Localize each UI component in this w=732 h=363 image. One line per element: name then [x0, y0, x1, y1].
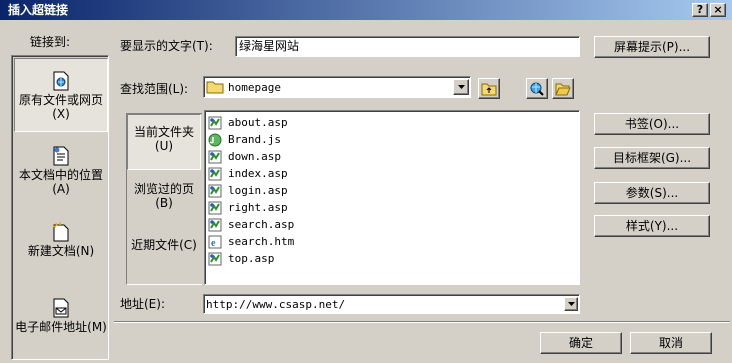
up-folder-button[interactable]	[478, 78, 500, 99]
look-in-select[interactable]: homepage	[203, 76, 471, 98]
subnav-current-folder[interactable]: 当前文件夹(U)	[127, 114, 201, 170]
file-name: login.asp	[228, 184, 288, 197]
document-place-icon	[53, 146, 69, 166]
nav-place-in-document[interactable]: 本文档中的位置(A)	[14, 134, 108, 208]
asp-file-icon	[208, 150, 228, 164]
email-address-icon	[53, 298, 69, 318]
cancel-button[interactable]: 取消	[630, 332, 712, 354]
display-text-value: 绿海星网站	[239, 39, 300, 53]
subnav-browsed-pages[interactable]: 浏览过的页(B)	[127, 172, 201, 228]
browse-file-button[interactable]	[552, 78, 574, 99]
display-text-input[interactable]: 绿海星网站	[235, 36, 580, 57]
file-row[interactable]: search.asp	[208, 216, 579, 233]
web-page-icon	[53, 71, 69, 91]
browse-web-button[interactable]	[526, 78, 548, 99]
address-input[interactable]: http://www.csasp.net/	[203, 294, 580, 314]
address-label: 地址(E):	[120, 297, 165, 311]
style-button[interactable]: 样式(Y)...	[594, 215, 710, 237]
browse-web-icon	[530, 82, 544, 96]
file-row[interactable]: top.asp	[208, 250, 579, 267]
screen-tip-button[interactable]: 屏幕提示(P)...	[594, 36, 710, 58]
folder-icon	[206, 81, 224, 94]
file-row[interactable]: about.asp	[208, 114, 579, 131]
nav-email-address[interactable]: 电子邮件地址(M)	[14, 286, 108, 360]
html-file-icon: e	[208, 235, 228, 249]
asp-file-icon	[208, 167, 228, 181]
file-list[interactable]: about.asp Brand.js down.asp index.asp login.…	[204, 110, 580, 285]
file-row[interactable]: e search.htm	[208, 233, 579, 250]
file-row[interactable]: Brand.js	[208, 131, 579, 148]
parameters-button[interactable]: 参数(S)...	[594, 182, 710, 204]
divider	[114, 321, 730, 323]
close-button[interactable]: ×	[710, 3, 726, 17]
open-folder-icon	[555, 83, 571, 95]
file-row[interactable]: index.asp	[208, 165, 579, 182]
file-name: right.asp	[228, 201, 288, 214]
chevron-down-icon[interactable]	[564, 297, 578, 311]
ok-button[interactable]: 确定	[540, 332, 622, 354]
asp-file-icon	[208, 184, 228, 198]
look-in-value: homepage	[228, 80, 281, 94]
file-name: top.asp	[228, 252, 275, 265]
title-bar: 插入超链接 ? ×	[0, 0, 732, 20]
link-type-bar: 原有文件或网页(X) 本文档中的位置(A) 新建文档(N) 电子邮件地址(M)	[11, 55, 109, 360]
svg-text:e: e	[211, 238, 216, 249]
asp-file-icon	[208, 218, 228, 232]
asp-file-icon	[208, 252, 228, 266]
nav-place-in-document-label: 本文档中的位置(A)	[18, 168, 103, 196]
help-button[interactable]: ?	[692, 3, 708, 17]
target-frame-button[interactable]: 目标框架(G)...	[594, 147, 710, 169]
chevron-down-icon[interactable]	[453, 79, 469, 95]
up-folder-icon	[481, 83, 497, 95]
file-row[interactable]: login.asp	[208, 182, 579, 199]
file-name: index.asp	[228, 167, 288, 180]
display-text-label: 要显示的文字(T):	[120, 39, 213, 53]
nav-existing-file[interactable]: 原有文件或网页(X)	[14, 58, 108, 132]
bookmark-button[interactable]: 书签(O)...	[594, 113, 710, 135]
nav-new-document-label: 新建文档(N)	[27, 244, 95, 258]
file-name: Brand.js	[228, 133, 281, 146]
asp-file-icon	[208, 116, 228, 130]
nav-email-address-label: 电子邮件地址(M)	[15, 320, 107, 334]
address-value: http://www.csasp.net/	[206, 297, 346, 311]
js-file-icon	[208, 133, 228, 147]
link-to-label: 链接到:	[30, 35, 71, 49]
file-name: down.asp	[228, 150, 281, 163]
new-document-icon	[52, 222, 69, 242]
file-name: search.asp	[228, 218, 295, 231]
nav-existing-file-label: 原有文件或网页(X)	[18, 93, 103, 121]
file-name: about.asp	[228, 116, 288, 129]
file-row[interactable]: down.asp	[208, 148, 579, 165]
nav-new-document[interactable]: 新建文档(N)	[14, 210, 108, 284]
look-in-label: 查找范围(L):	[120, 82, 189, 96]
window-title: 插入超链接	[8, 3, 69, 17]
asp-file-icon	[208, 201, 228, 215]
subnav-recent-files[interactable]: 近期文件(C)	[127, 228, 201, 284]
file-row[interactable]: right.asp	[208, 199, 579, 216]
browse-source-bar: 当前文件夹(U) 浏览过的页(B) 近期文件(C)	[126, 113, 202, 285]
file-name: search.htm	[228, 235, 295, 248]
